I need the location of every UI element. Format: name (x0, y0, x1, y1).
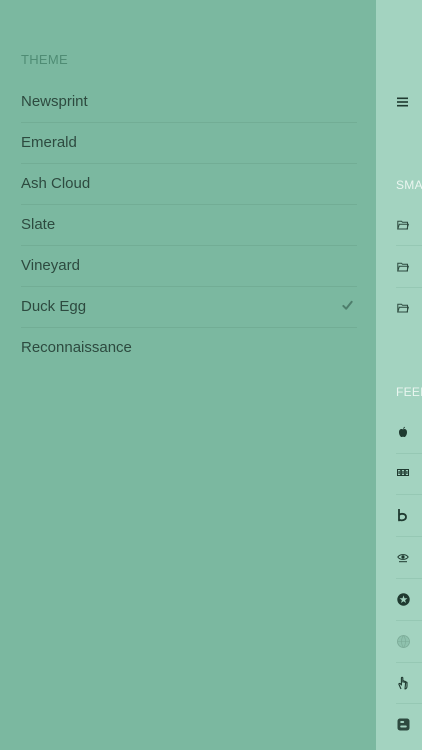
theme-option-reconnaissance[interactable]: Reconnaissance (21, 328, 357, 368)
divider (396, 494, 422, 495)
eye-logo-icon[interactable] (397, 551, 409, 563)
b-logo-icon[interactable] (397, 509, 408, 522)
bbc-icon[interactable] (397, 468, 409, 477)
star-badge-icon[interactable] (397, 593, 410, 606)
divider (396, 287, 422, 288)
theme-option-newsprint[interactable]: Newsprint (21, 82, 357, 123)
theme-menu: THEME Newsprint Emerald Ash Cloud Slate … (0, 0, 376, 750)
theme-option-label: Slate (21, 216, 56, 233)
theme-option-duck-egg[interactable]: Duck Egg (21, 287, 357, 328)
smart-folders-header: SMA (396, 178, 422, 192)
divider (396, 662, 422, 663)
theme-option-label: Duck Egg (21, 298, 87, 315)
theme-option-label: Vineyard (21, 257, 80, 274)
apple-icon[interactable] (397, 426, 409, 438)
hamburger-menu-icon[interactable] (397, 97, 408, 107)
folder-icon[interactable] (397, 302, 409, 314)
divider (396, 536, 422, 537)
theme-section-header: THEME (21, 52, 68, 67)
hand-icon[interactable] (397, 676, 410, 690)
theme-option-label: Ash Cloud (21, 175, 91, 192)
blogger-icon[interactable] (397, 718, 410, 731)
theme-option-label: Reconnaissance (21, 339, 132, 356)
divider (396, 245, 422, 246)
checkmark-icon (342, 300, 353, 310)
theme-list: Newsprint Emerald Ash Cloud Slate Vineya… (21, 82, 357, 368)
globe-icon[interactable] (397, 635, 410, 648)
folder-icon[interactable] (397, 261, 409, 273)
theme-option-label: Newsprint (21, 93, 88, 110)
folder-icon[interactable] (397, 219, 409, 231)
theme-option-emerald[interactable]: Emerald (21, 123, 357, 164)
theme-option-label: Emerald (21, 134, 77, 151)
divider (396, 453, 422, 454)
divider (396, 578, 422, 579)
feeds-sidebar: SMA FEED (376, 0, 422, 750)
divider (396, 703, 422, 704)
theme-option-vineyard[interactable]: Vineyard (21, 246, 357, 287)
feeds-header: FEED (396, 385, 422, 399)
theme-option-ash-cloud[interactable]: Ash Cloud (21, 164, 357, 205)
theme-option-slate[interactable]: Slate (21, 205, 357, 246)
divider (396, 620, 422, 621)
